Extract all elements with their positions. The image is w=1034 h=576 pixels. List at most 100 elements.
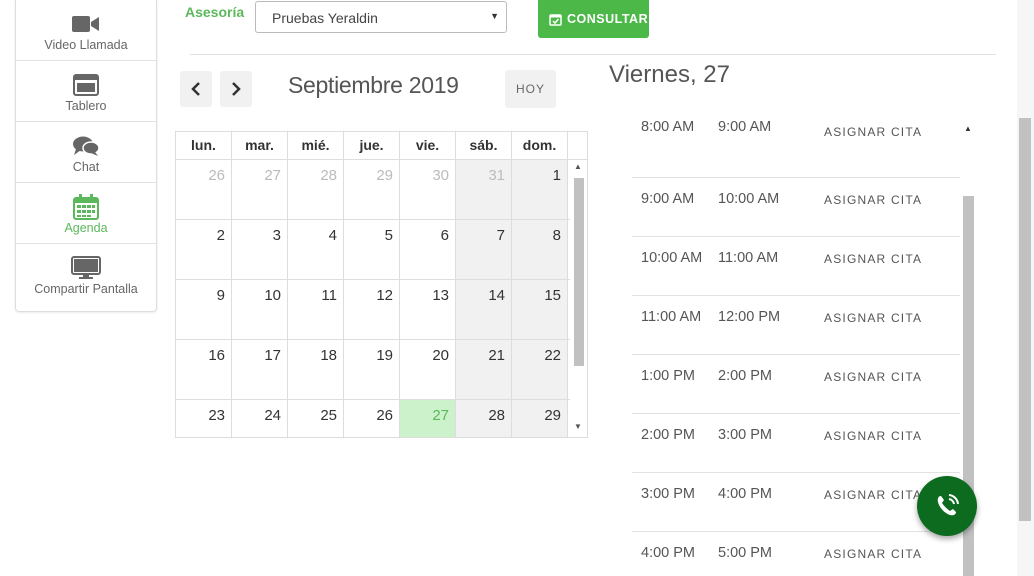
today-button[interactable]: HOY (505, 70, 556, 108)
calendar-day-cell[interactable]: 11 (288, 280, 344, 339)
scroll-up-icon: ▲ (964, 124, 972, 133)
sidebar: Video Llamada Tablero Chat Agenda Compar… (15, 0, 157, 312)
page-scrollbar[interactable] (1017, 0, 1034, 576)
video-camera-icon (72, 12, 100, 36)
calendar-day-cell[interactable]: 2 (176, 220, 232, 279)
calendar-day-cell[interactable]: 24 (232, 400, 288, 437)
calendar-day-cell[interactable]: 12 (344, 280, 400, 339)
calendar-day-cell[interactable]: 17 (232, 340, 288, 399)
consultar-button[interactable]: CONSULTAR C (538, 0, 649, 38)
calendar-day-cell[interactable]: 7 (456, 220, 512, 279)
calendar-week-row: 9 10 11 12 13 14 15 (176, 280, 587, 340)
scrollbar-thumb[interactable] (1019, 118, 1031, 521)
time-slot-row[interactable]: 3:00 PM 4:00 PM ASIGNAR CITA (632, 473, 960, 532)
day-slot-list: 8:00 AM 9:00 AM ASIGNAR CITA 9:00 AM 10:00 A… (632, 121, 960, 576)
chevron-down-icon: ▼ (490, 11, 499, 21)
sidebar-item-compartir-pantalla[interactable]: Compartir Pantalla (16, 244, 156, 305)
slot-start-time: 11:00 AM (641, 309, 702, 325)
asesor-select[interactable]: Pruebas Yeraldin ▼ (255, 1, 507, 33)
slot-start-time: 3:00 PM (641, 486, 695, 502)
sidebar-item-label: Agenda (64, 221, 108, 235)
monitor-window-icon (73, 73, 99, 97)
sidebar-item-video-llamada[interactable]: Video Llamada (16, 0, 156, 61)
next-month-button[interactable] (220, 71, 252, 107)
calendar-day-cell[interactable]: 26 (344, 400, 400, 437)
time-slot-row[interactable]: 10:00 AM 11:00 AM ASIGNAR CITA (632, 237, 960, 296)
asignar-cita-button[interactable]: ASIGNAR CITA (824, 429, 922, 443)
time-slot-row[interactable]: 4:00 PM 5:00 PM ASIGNAR CITA (632, 532, 960, 576)
slot-end-time: 9:00 AM (718, 121, 772, 135)
time-slot-row[interactable]: 11:00 AM 12:00 PM ASIGNAR CITA (632, 296, 960, 355)
calendar-week-row: 2345678 (176, 220, 587, 280)
sidebar-item-agenda[interactable]: Agenda (16, 183, 156, 244)
calendar-scrollbar[interactable]: ▲ ▼ (570, 160, 587, 437)
weekday-label: mar. (232, 132, 288, 159)
calendar-day-cell[interactable]: 29 (512, 400, 568, 437)
weekday-label: jue. (344, 132, 400, 159)
asignar-cita-button[interactable]: ASIGNAR CITA (824, 125, 922, 139)
calendar-day-cell[interactable]: 31 (456, 160, 512, 219)
calendar-body: 26 27 28 29 30 31 1 2 3 4 5 6 7 8 9 10 11 12 13 14 15 16 17 18 1… (176, 160, 587, 437)
prev-month-button[interactable] (180, 71, 212, 107)
calendar-day-cell[interactable]: 1 (512, 160, 568, 219)
slot-end-time: 4:00 PM (718, 486, 772, 502)
asignar-cita-button[interactable]: ASIGNAR CITA (824, 488, 922, 502)
asignar-cita-button[interactable]: ASIGNAR CITA (824, 252, 922, 266)
call-fab-button[interactable] (917, 476, 977, 536)
calendar-day-cell[interactable]: 20 (400, 340, 456, 399)
slot-start-time: 10:00 AM (641, 250, 703, 266)
time-slot-row[interactable]: 8:00 AM 9:00 AM ASIGNAR CITA (632, 121, 960, 178)
calendar-day-cell[interactable]: 26 (176, 160, 232, 219)
slot-end-time: 3:00 PM (718, 427, 772, 443)
calendar-day-cell[interactable]: 4 (288, 220, 344, 279)
asignar-cita-button[interactable]: ASIGNAR CITA (824, 311, 922, 325)
desktop-icon (71, 256, 101, 280)
calendar-day-cell[interactable]: 27 (232, 160, 288, 219)
asignar-cita-button[interactable]: ASIGNAR CITA (824, 193, 922, 207)
asesoria-label: Asesoría (185, 4, 245, 20)
asignar-cita-button[interactable]: ASIGNAR CITA (824, 370, 922, 384)
consultar-button-label: CONSULTAR C (567, 12, 649, 26)
calendar-day-cell[interactable]: 18 (288, 340, 344, 399)
slot-end-time: 10:00 AM (718, 191, 780, 207)
calendar-day-cell[interactable]: 27 (400, 400, 456, 437)
asignar-cita-button[interactable]: ASIGNAR CITA (824, 547, 922, 561)
sidebar-item-chat[interactable]: Chat (16, 122, 156, 183)
calendar-day-cell[interactable]: 10 (232, 280, 288, 339)
phone-ringing-icon (937, 494, 959, 516)
calendar-day-cell[interactable]: 28 (456, 400, 512, 437)
sidebar-item-label: Chat (72, 160, 100, 174)
calendar-day-cell[interactable]: 3 (232, 220, 288, 279)
time-slot-row[interactable]: 2:00 PM 3:00 PM ASIGNAR CITA (632, 414, 960, 473)
calendar-day-cell[interactable]: 21 (456, 340, 512, 399)
calendar-day-cell[interactable]: 22 (512, 340, 568, 399)
calendar-day-cell[interactable]: 6 (400, 220, 456, 279)
sidebar-item-tablero[interactable]: Tablero (16, 61, 156, 122)
calendar-day-cell[interactable]: 5 (344, 220, 400, 279)
calendar-day-cell[interactable]: 16 (176, 340, 232, 399)
chevron-right-icon (232, 82, 241, 96)
calendar-day-cell[interactable]: 14 (456, 280, 512, 339)
asesor-select-value: Pruebas Yeraldin (272, 10, 378, 26)
calendar-day-cell[interactable]: 29 (344, 160, 400, 219)
slot-start-time: 9:00 AM (641, 191, 695, 207)
weekday-label: dom. (512, 132, 568, 159)
calendar-day-cell[interactable]: 25 (288, 400, 344, 437)
calendar-day-cell[interactable]: 13 (400, 280, 456, 339)
time-slot-row[interactable]: 9:00 AM 10:00 AM ASIGNAR CITA (632, 178, 960, 237)
calendar-day-cell[interactable]: 15 (512, 280, 568, 339)
time-slot-row[interactable]: 1:00 PM 2:00 PM ASIGNAR CITA (632, 355, 960, 414)
calendar-day-cell[interactable]: 9 (176, 280, 232, 339)
header-divider (190, 54, 996, 55)
slot-end-time: 5:00 PM (718, 545, 772, 561)
calendar-day-cell[interactable]: 19 (344, 340, 400, 399)
sidebar-item-label: Compartir Pantalla (34, 282, 138, 296)
slot-start-time: 2:00 PM (641, 427, 695, 443)
calendar-week-row: 26 27 28 29 30 31 1 (176, 160, 587, 220)
calendar-day-cell[interactable]: 28 (288, 160, 344, 219)
calendar-day-cell[interactable]: 23 (176, 400, 232, 437)
calendar-day-cell[interactable]: 30 (400, 160, 456, 219)
sidebar-item-label: Tablero (65, 99, 107, 113)
scrollbar-thumb[interactable] (574, 178, 584, 366)
calendar-day-cell[interactable]: 8 (512, 220, 568, 279)
